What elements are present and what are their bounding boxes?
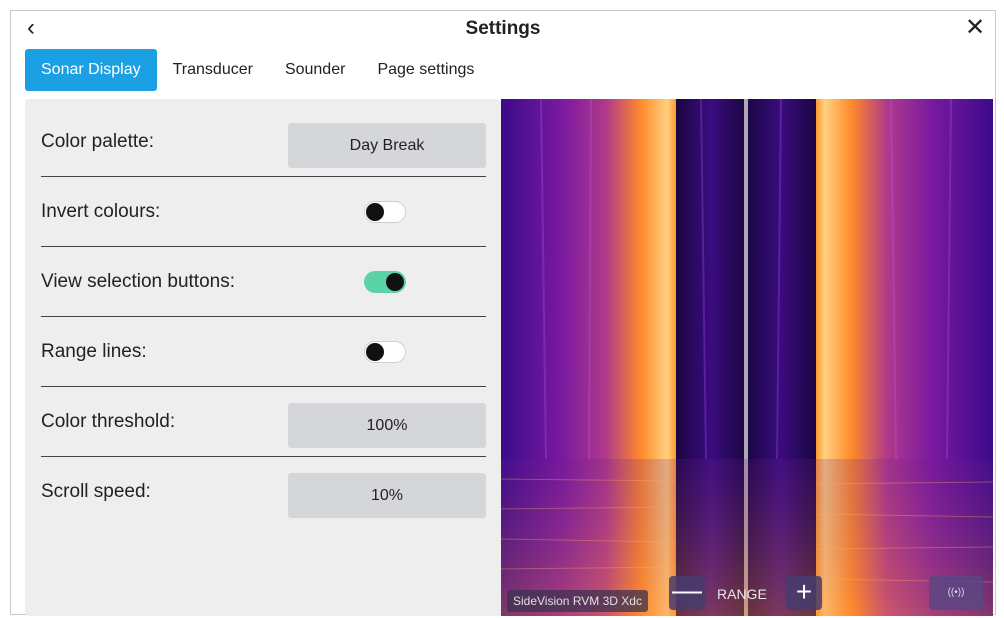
header: ‹ Settings ✕ <box>11 11 995 49</box>
invert-colours-label: Invert colours: <box>41 201 161 222</box>
sonar-source-label: SideVision RVM 3D Xdc <box>507 590 648 612</box>
scroll-speed-row: Scroll speed: 10% <box>41 457 486 527</box>
tab-transducer[interactable]: Transducer <box>157 49 269 91</box>
invert-colours-row: Invert colours: <box>41 177 486 247</box>
color-threshold-label: Color threshold: <box>41 411 176 432</box>
color-palette-label: Color palette: <box>41 131 155 152</box>
sonar-image <box>501 99 993 616</box>
view-selection-buttons-toggle[interactable] <box>364 271 406 293</box>
sonar-ping-icon[interactable]: ((•)) <box>929 576 983 610</box>
tab-sonar-display[interactable]: Sonar Display <box>25 49 157 91</box>
range-lines-toggle[interactable] <box>364 341 406 363</box>
view-selection-buttons-row: View selection buttons: <box>41 247 486 317</box>
scroll-speed-button[interactable]: 10% <box>288 473 486 518</box>
toggle-knob <box>366 203 384 221</box>
tab-bar: Sonar Display Transducer Sounder Page se… <box>25 49 490 91</box>
range-plus-button[interactable]: + <box>786 576 822 610</box>
color-palette-button[interactable]: Day Break <box>288 123 486 168</box>
range-lines-label: Range lines: <box>41 341 147 362</box>
invert-colours-toggle[interactable] <box>364 201 406 223</box>
range-minus-button[interactable]: — <box>669 576 705 610</box>
sonar-view: SideVision RVM 3D Xdc — RANGE + ((•)) <box>501 99 993 616</box>
page-title: Settings <box>465 18 541 39</box>
color-threshold-row: Color threshold: 100% <box>41 387 486 457</box>
color-palette-row: Color palette: Day Break <box>41 107 486 177</box>
settings-window: ‹ Settings ✕ Sonar Display Transducer So… <box>10 10 996 616</box>
view-selection-buttons-label: View selection buttons: <box>41 271 235 292</box>
tab-sounder[interactable]: Sounder <box>269 49 362 91</box>
tab-page-settings[interactable]: Page settings <box>361 49 490 91</box>
toggle-knob <box>366 343 384 361</box>
close-icon[interactable]: ✕ <box>961 15 989 43</box>
scroll-speed-label: Scroll speed: <box>41 481 151 502</box>
settings-panel: Color palette: Day Break Invert colours:… <box>25 99 501 616</box>
range-label: RANGE <box>717 586 767 602</box>
color-threshold-button[interactable]: 100% <box>288 403 486 448</box>
toggle-knob <box>386 273 404 291</box>
range-lines-row: Range lines: <box>41 317 486 387</box>
